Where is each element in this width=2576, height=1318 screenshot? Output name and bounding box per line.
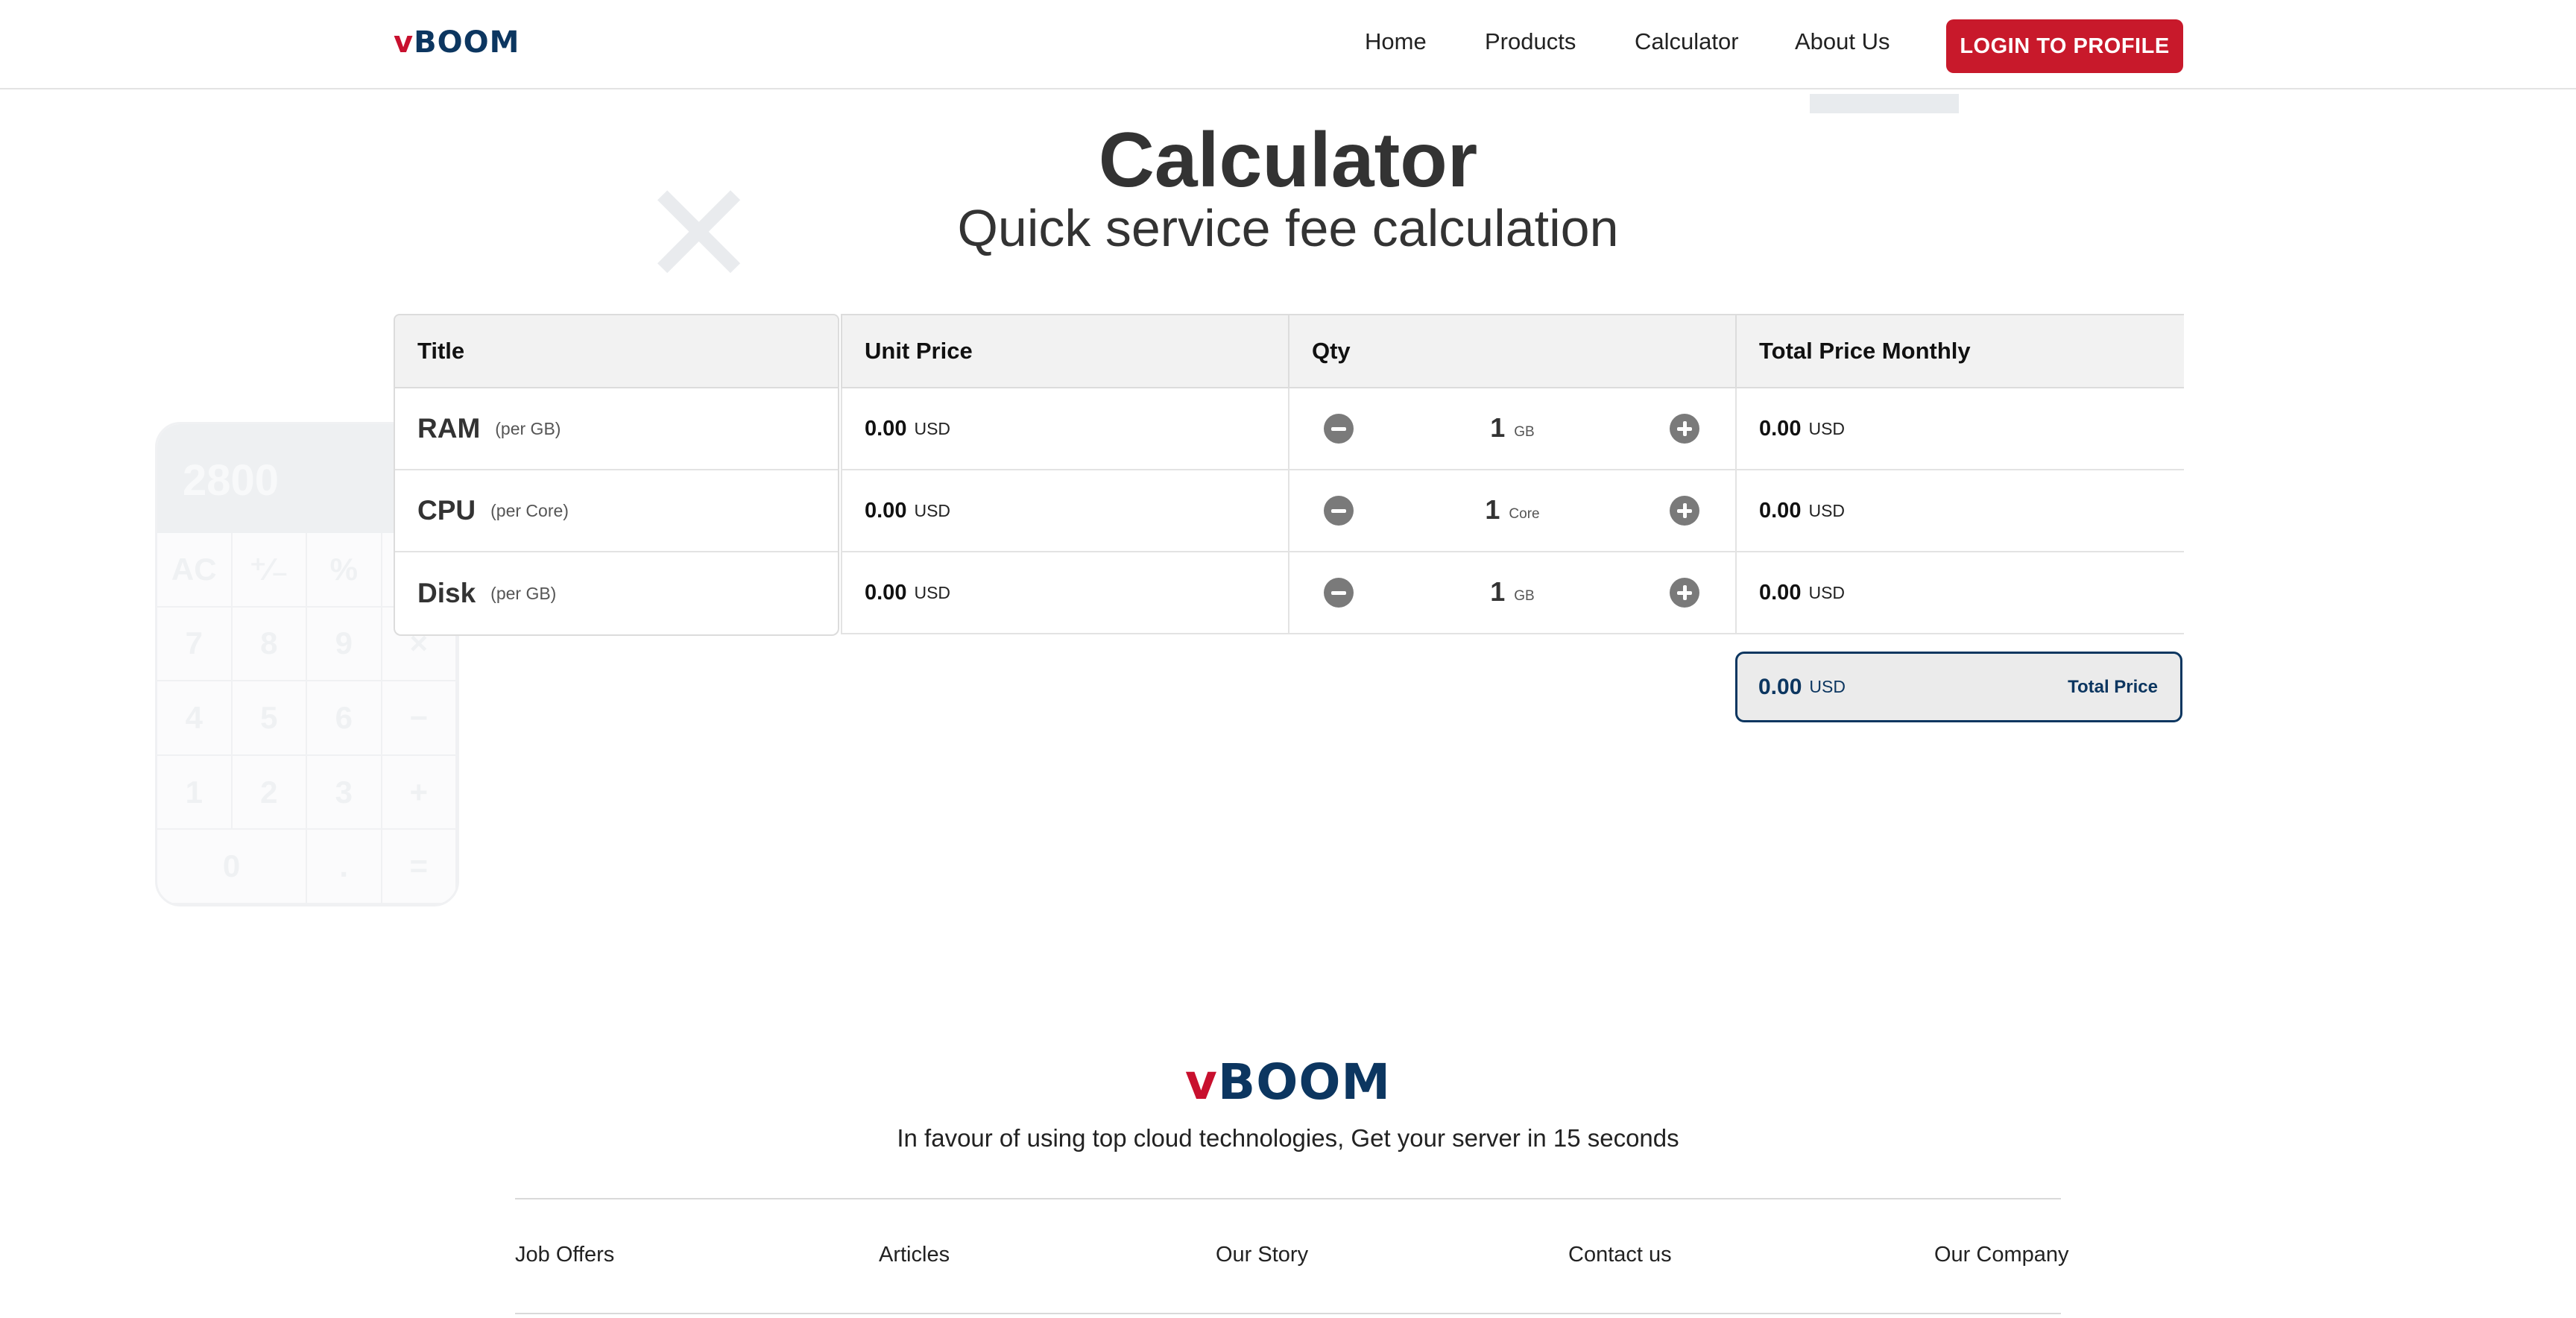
- title-row-cpu: CPU (per Core): [395, 470, 838, 552]
- title-row-disk: Disk (per GB): [395, 552, 838, 634]
- footer-tagline: In favour of using top cloud technologie…: [897, 1124, 1679, 1152]
- unit-price-column: Unit Price 0.00 USD 0.00 USD 0.00 USD: [841, 314, 1289, 634]
- nav-products[interactable]: Products: [1485, 28, 1576, 55]
- plus-icon[interactable]: [1670, 414, 1699, 444]
- page-subtitle: Quick service fee calculation: [957, 199, 1619, 257]
- calc-key: 0: [157, 830, 307, 904]
- footer-divider: [515, 1198, 2061, 1199]
- site-header: vBOOM Home Products Calculator About Us …: [0, 0, 2576, 89]
- unit-price-disk: 0.00 USD: [841, 552, 1289, 634]
- header-title: Title: [394, 314, 839, 388]
- qty-value[interactable]: 1: [1490, 412, 1505, 444]
- qty-stepper-disk: 1 GB: [1288, 552, 1737, 634]
- nav-about-us[interactable]: About Us: [1795, 28, 1890, 55]
- plus-icon[interactable]: [1670, 496, 1699, 526]
- calc-key: AC: [157, 533, 233, 608]
- calc-key: 5: [232, 681, 307, 756]
- resource-name: RAM: [417, 413, 481, 444]
- title-column: Title RAM (per GB) CPU (per Core) Disk (…: [394, 314, 839, 636]
- grand-total-label: Total Price: [2068, 676, 2158, 697]
- calc-key: .: [307, 830, 382, 904]
- resource-name: CPU: [417, 495, 476, 526]
- header-qty: Qty: [1288, 314, 1737, 388]
- qty-column: Qty 1 GB 1 Core 1 GB: [1288, 314, 1737, 634]
- title-row-ram: RAM (per GB): [395, 388, 838, 470]
- qty-value[interactable]: 1: [1485, 494, 1500, 526]
- resource-unit: (per GB): [490, 583, 557, 603]
- calc-key: =: [382, 830, 457, 904]
- grand-total-box: 0.00 USD Total Price: [1735, 652, 2182, 722]
- qty-unit: GB: [1514, 424, 1535, 440]
- total-price-ram: 0.00 USD: [1735, 388, 2184, 470]
- total-price-cpu: 0.00 USD: [1735, 470, 2184, 552]
- resource-unit: (per GB): [495, 418, 561, 438]
- login-to-profile-button[interactable]: LOGIN TO PROFILE: [1946, 19, 2183, 73]
- nav-calculator[interactable]: Calculator: [1635, 28, 1739, 55]
- header-total-price-monthly: Total Price Monthly: [1735, 314, 2184, 388]
- qty-value[interactable]: 1: [1490, 576, 1505, 608]
- footer-link-our-story[interactable]: Our Story: [1216, 1243, 1308, 1267]
- unit-price-cpu: 0.00 USD: [841, 470, 1289, 552]
- calc-key: %: [307, 533, 382, 608]
- calc-key: 8: [232, 607, 307, 682]
- nav-active-indicator: [1810, 94, 1959, 113]
- calc-key: 9: [307, 607, 382, 682]
- total-price-column: Total Price Monthly 0.00 USD 0.00 USD 0.00…: [1735, 314, 2184, 634]
- calc-key: ⁺∕₋: [232, 533, 307, 608]
- resource-unit: (per Core): [490, 500, 569, 520]
- calc-key: 1: [157, 755, 233, 830]
- nav-home[interactable]: Home: [1365, 28, 1427, 55]
- calc-key: 4: [157, 681, 233, 756]
- calc-key: 2: [232, 755, 307, 830]
- grand-total-value: 0.00: [1758, 674, 1802, 699]
- header-unit-price: Unit Price: [841, 314, 1289, 388]
- qty-stepper-ram: 1 GB: [1288, 388, 1737, 470]
- calc-key: 7: [157, 607, 233, 682]
- calc-key: 6: [307, 681, 382, 756]
- qty-unit: Core: [1509, 506, 1540, 522]
- footer-divider: [515, 1313, 2061, 1314]
- footer-link-job-offers[interactable]: Job Offers: [515, 1243, 614, 1267]
- calc-key: +: [382, 755, 457, 830]
- qty-stepper-cpu: 1 Core: [1288, 470, 1737, 552]
- calc-key: −: [382, 681, 457, 756]
- calc-key: 3: [307, 755, 382, 830]
- minus-icon[interactable]: [1324, 578, 1354, 608]
- minus-icon[interactable]: [1324, 496, 1354, 526]
- footer-link-contact-us[interactable]: Contact us: [1568, 1243, 1672, 1267]
- plus-icon[interactable]: [1670, 578, 1699, 608]
- unit-price-ram: 0.00 USD: [841, 388, 1289, 470]
- qty-unit: GB: [1514, 588, 1535, 604]
- page-title: Calculator: [1098, 117, 1478, 204]
- footer-link-articles[interactable]: Articles: [879, 1243, 950, 1267]
- footer-link-our-company[interactable]: Our Company: [1934, 1243, 2069, 1267]
- title-list: RAM (per GB) CPU (per Core) Disk (per GB…: [394, 388, 839, 636]
- header-logo[interactable]: vBOOM: [394, 25, 520, 60]
- footer-logo[interactable]: vBOOM: [0, 1053, 2576, 1111]
- total-price-disk: 0.00 USD: [1735, 552, 2184, 634]
- minus-icon[interactable]: [1324, 414, 1354, 444]
- resource-name: Disk: [417, 578, 476, 608]
- grand-total-currency: USD: [1809, 677, 1846, 696]
